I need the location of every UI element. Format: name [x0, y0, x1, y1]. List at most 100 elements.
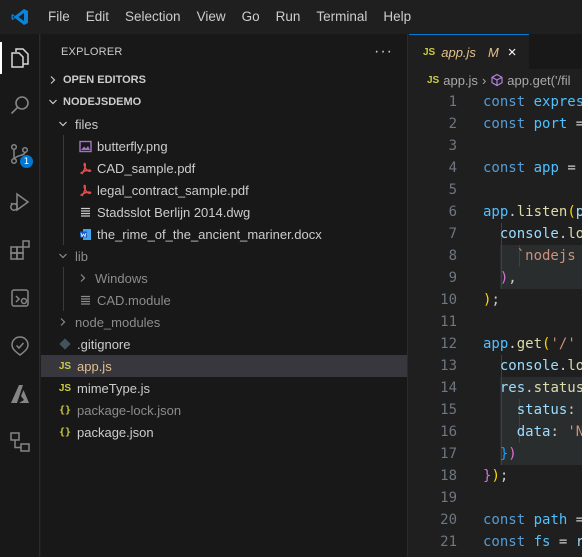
tree-item-label: CAD_sample.pdf — [97, 160, 196, 176]
tree-item-label: Windows — [95, 270, 148, 286]
menu-terminal[interactable]: Terminal — [308, 0, 375, 34]
tree-item-label: CAD.module — [97, 292, 171, 308]
javascript-file-icon: JS — [427, 74, 440, 86]
code-line: 12 app.get('/' — [440, 336, 576, 352]
explorer-activity-button[interactable] — [0, 38, 40, 78]
menu-selection[interactable]: Selection — [117, 0, 189, 34]
tree-file-package-json[interactable]: {} package.json — [41, 421, 407, 443]
code-line: 3 — [448, 138, 457, 154]
code-line: 4 const app = — [448, 160, 576, 176]
code-line: 8 `nodejs — [448, 248, 576, 264]
tree-file-app-js[interactable]: JS app.js — [41, 355, 407, 377]
project-label: NODEJSDEMO — [63, 96, 142, 108]
chevron-down-icon — [45, 94, 61, 110]
tree-item-label: app.js — [77, 358, 112, 374]
code-line: 20 const path = — [440, 512, 582, 528]
title-bar: File Edit Selection View Go Run Terminal… — [0, 0, 582, 34]
project-manager-activity-button[interactable] — [0, 422, 40, 462]
tab-app-js[interactable]: JS app.js M × — [409, 34, 529, 69]
menu-run[interactable]: Run — [268, 0, 309, 34]
tree-item-label: the_rime_of_the_ancient_mariner.docx — [97, 226, 322, 242]
tree-file-gitignore[interactable]: .gitignore — [41, 333, 407, 355]
source-control-activity-button[interactable]: 1 — [0, 134, 40, 174]
modified-indicator: M — [487, 44, 499, 60]
tab-label: app.js — [441, 44, 476, 60]
code-line: 6 app.listen(p — [448, 204, 582, 220]
testing-flask-icon — [11, 336, 29, 356]
javascript-file-icon: JS — [58, 382, 72, 394]
breadcrumb: JS app.js › app.get('/fil — [409, 69, 582, 91]
tree-item-label: .gitignore — [77, 336, 131, 352]
breadcrumb-file[interactable]: app.js — [443, 73, 478, 88]
tree-item-label: package.json — [77, 424, 154, 440]
image-file-icon — [77, 138, 93, 154]
chevron-down-icon — [55, 248, 71, 264]
tree-folder-files[interactable]: files — [41, 113, 407, 135]
menu-file[interactable]: File — [40, 0, 78, 34]
tree-folder-node-modules[interactable]: node_modules — [41, 311, 407, 333]
code-line: 15 status: — [440, 402, 576, 418]
explorer-sidebar: EXPLORER ··· OPEN EDITORS NODEJSDEMO fil… — [41, 34, 408, 557]
azure-activity-button[interactable] — [0, 374, 40, 414]
menu-edit[interactable]: Edit — [78, 0, 117, 34]
tree-folder-windows[interactable]: Windows — [41, 267, 407, 289]
explorer-header: EXPLORER ··· — [41, 34, 407, 69]
tree-item-label: files — [75, 116, 99, 132]
chevron-right-icon — [55, 314, 71, 330]
chevron-right-icon — [45, 72, 61, 88]
tree-file-stadsslot[interactable]: Stadsslot Berlijn 2014.dwg — [41, 201, 407, 223]
testing-activity-button[interactable] — [0, 326, 40, 366]
json-file-icon: {} — [58, 404, 72, 416]
project-section[interactable]: NODEJSDEMO — [41, 91, 407, 113]
extensions-activity-button[interactable] — [0, 230, 40, 270]
code-line: 21 const fs = r — [440, 534, 582, 550]
tree-item-label: Stadsslot Berlijn 2014.dwg — [97, 204, 251, 220]
tree-file-cad-module[interactable]: CAD.module — [41, 289, 407, 311]
tree-file-cad-sample[interactable]: CAD_sample.pdf — [41, 157, 407, 179]
vscode-logo-icon — [0, 0, 40, 34]
open-editors-label: OPEN EDITORS — [63, 74, 146, 86]
code-line: 10); — [440, 292, 500, 308]
open-editors-section[interactable]: OPEN EDITORS — [41, 69, 407, 91]
menu-go[interactable]: Go — [234, 0, 268, 34]
project-manager-icon — [10, 432, 30, 452]
remote-explorer-icon — [11, 289, 29, 307]
code-line: 11 — [440, 314, 457, 330]
remote-explorer-activity-button[interactable] — [0, 278, 40, 318]
close-icon[interactable]: × — [508, 44, 517, 61]
tree-file-package-lock[interactable]: {} package-lock.json — [41, 399, 407, 421]
code-line: 1 const expres — [448, 94, 582, 110]
extensions-icon — [10, 240, 30, 260]
search-activity-button[interactable] — [0, 86, 40, 126]
tree-item-label: node_modules — [75, 314, 161, 330]
git-file-icon — [57, 336, 73, 352]
editor-area: JS app.js M × JS app.js › app.get('/fil … — [409, 34, 582, 557]
tree-file-mimetype[interactable]: JS mimeType.js — [41, 377, 407, 399]
code-line: 13 console.lo — [440, 358, 582, 374]
code-line: 7 console.lo — [448, 226, 582, 242]
more-actions-icon[interactable]: ··· — [374, 43, 393, 61]
tree-item-label: package-lock.json — [77, 402, 182, 418]
code-line: 5 — [448, 182, 457, 198]
code-line: 19 — [440, 490, 457, 506]
code-line: 2 const port = — [448, 116, 582, 132]
code-line: 18}); — [440, 468, 509, 484]
tree-folder-lib[interactable]: lib — [41, 245, 407, 267]
menu-help[interactable]: Help — [375, 0, 419, 34]
menu-view[interactable]: View — [189, 0, 234, 34]
chevron-down-icon — [55, 116, 71, 132]
breadcrumb-symbol[interactable]: app.get('/fil — [507, 73, 570, 88]
tree-file-legal-contract[interactable]: legal_contract_sample.pdf — [41, 179, 407, 201]
source-control-badge: 1 — [20, 155, 33, 168]
javascript-file-icon: JS — [423, 46, 436, 58]
tree-file-rime[interactable]: the_rime_of_the_ancient_mariner.docx — [41, 223, 407, 245]
pdf-file-icon — [77, 160, 93, 176]
word-file-icon — [77, 226, 93, 242]
run-debug-activity-button[interactable] — [0, 182, 40, 222]
javascript-file-icon: JS — [58, 360, 72, 372]
tree-item-label: lib — [75, 248, 89, 264]
run-debug-icon — [10, 192, 30, 212]
tree-file-butterfly[interactable]: butterfly.png — [41, 135, 407, 157]
symbol-method-icon — [490, 73, 504, 87]
code-line: 17 }) — [440, 446, 517, 462]
